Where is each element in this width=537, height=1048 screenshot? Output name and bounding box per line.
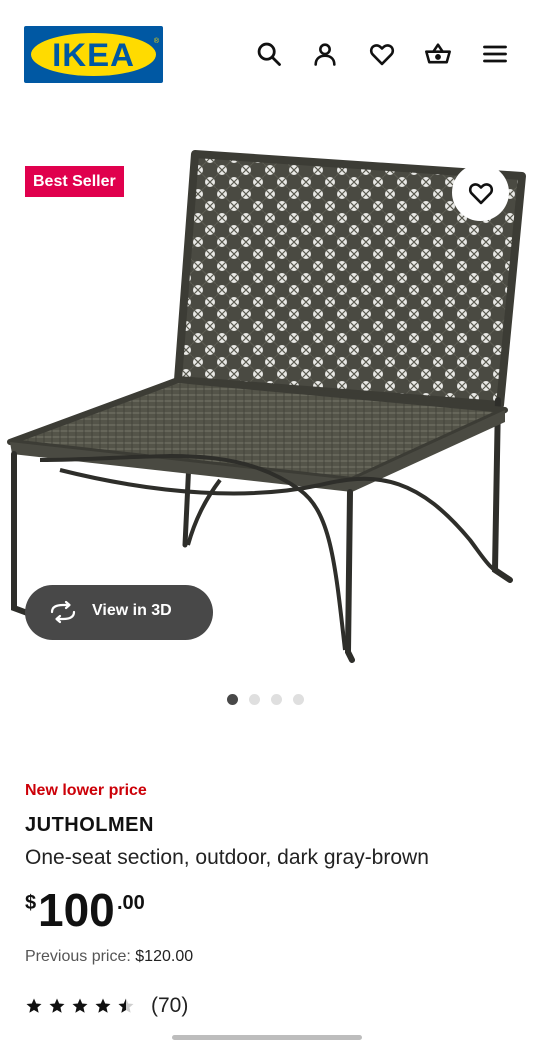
price-integer: 100 bbox=[38, 884, 115, 936]
add-to-favourites-button[interactable] bbox=[452, 164, 509, 221]
menu-icon[interactable] bbox=[478, 37, 512, 71]
logo-text: IKEA bbox=[52, 35, 135, 73]
previous-price-label: Previous price: bbox=[25, 948, 131, 965]
star-icon bbox=[95, 998, 111, 1013]
account-icon[interactable] bbox=[308, 37, 342, 71]
registered-mark: ® bbox=[153, 38, 159, 45]
favourites-icon[interactable] bbox=[365, 37, 399, 71]
price-tag: New lower price bbox=[25, 782, 147, 799]
search-icon[interactable] bbox=[252, 37, 286, 71]
half-star-icon bbox=[118, 998, 134, 1013]
rotate-3d-icon bbox=[50, 600, 76, 624]
basket-icon[interactable] bbox=[421, 37, 455, 71]
image-pagination bbox=[227, 694, 304, 706]
home-indicator bbox=[172, 1035, 362, 1040]
pagination-dot[interactable] bbox=[271, 694, 282, 705]
product-name: JUTHOLMEN bbox=[25, 814, 154, 836]
view-in-3d-label: View in 3D bbox=[92, 602, 172, 619]
header: IKEA ® bbox=[0, 0, 537, 110]
star-icon bbox=[49, 998, 65, 1013]
previous-price-value: $120.00 bbox=[135, 948, 194, 965]
price-currency: $ bbox=[25, 892, 37, 914]
ikea-logo[interactable]: IKEA ® bbox=[24, 26, 163, 83]
product-description: One-seat section, outdoor, dark gray-bro… bbox=[25, 846, 429, 869]
price-decimal: .00 bbox=[117, 892, 145, 914]
pagination-dot[interactable] bbox=[293, 694, 304, 705]
star-icon bbox=[26, 998, 42, 1013]
pagination-dot[interactable] bbox=[249, 694, 260, 705]
best-seller-badge: Best Seller bbox=[25, 166, 124, 197]
star-icon bbox=[72, 998, 88, 1013]
rating-count: (70) bbox=[151, 994, 189, 1017]
rating-stars bbox=[25, 997, 135, 1015]
heart-icon bbox=[468, 182, 493, 204]
previous-price: Previous price: $120.00 bbox=[25, 948, 193, 966]
view-in-3d-button[interactable]: View in 3D bbox=[25, 585, 213, 640]
product-rating[interactable]: (70) bbox=[25, 994, 188, 1018]
pagination-dot[interactable] bbox=[227, 694, 238, 705]
